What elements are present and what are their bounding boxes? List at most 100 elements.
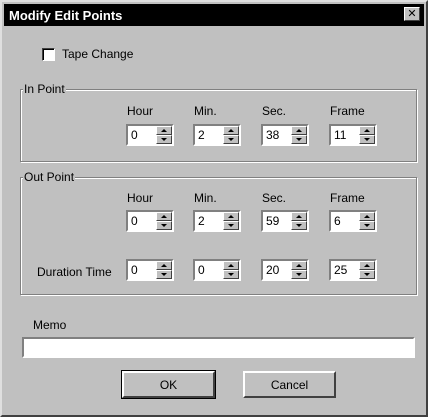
duration-sec-spin-buttons[interactable] <box>291 261 307 279</box>
arrow-down-icon <box>161 138 167 141</box>
out-sec-value[interactable]: 59 <box>266 214 279 228</box>
spin-down-button[interactable] <box>223 135 239 144</box>
memo-field[interactable] <box>22 337 415 358</box>
out-frame-spin-buttons[interactable] <box>359 212 375 230</box>
spin-up-button[interactable] <box>359 212 375 221</box>
spin-up-button[interactable] <box>156 126 172 135</box>
arrow-down-icon <box>296 138 302 141</box>
in-min-spinner[interactable]: 2 <box>193 124 241 146</box>
spin-down-button[interactable] <box>291 270 307 279</box>
arrow-down-icon <box>228 138 234 141</box>
out-hour-value[interactable]: 0 <box>131 214 138 228</box>
spin-up-button[interactable] <box>223 126 239 135</box>
duration-hour-spin-buttons[interactable] <box>156 261 172 279</box>
arrow-down-icon <box>296 224 302 227</box>
arrow-down-icon <box>228 224 234 227</box>
spin-down-button[interactable] <box>291 135 307 144</box>
duration-hour-value[interactable]: 0 <box>131 263 138 277</box>
out-point-group: Out Point Hour Min. Sec. Frame 0 2 59 6 … <box>20 170 417 295</box>
out-frame-value[interactable]: 6 <box>334 214 341 228</box>
out-point-label: Out Point <box>23 170 76 184</box>
hour-header: Hour <box>127 191 154 205</box>
spin-up-button[interactable] <box>156 261 172 270</box>
arrow-down-icon <box>161 273 167 276</box>
spin-up-button[interactable] <box>291 126 307 135</box>
out-min-spin-buttons[interactable] <box>223 212 239 230</box>
dialog-title: Modify Edit Points <box>9 8 123 23</box>
in-min-value[interactable]: 2 <box>198 128 205 142</box>
arrow-up-icon <box>161 129 167 132</box>
out-sec-spinner[interactable]: 59 <box>261 210 309 232</box>
arrow-up-icon <box>161 264 167 267</box>
spin-up-button[interactable] <box>223 261 239 270</box>
cancel-button-label: Cancel <box>270 377 309 392</box>
spin-up-button[interactable] <box>156 212 172 221</box>
duration-hour-spinner[interactable]: 0 <box>126 259 174 281</box>
duration-min-spin-buttons[interactable] <box>223 261 239 279</box>
sec-header: Sec. <box>262 104 287 118</box>
arrow-up-icon <box>228 129 234 132</box>
in-hour-value[interactable]: 0 <box>131 128 138 142</box>
arrow-down-icon <box>296 273 302 276</box>
out-sec-spin-buttons[interactable] <box>291 212 307 230</box>
tape-change-label: Tape Change <box>62 47 134 61</box>
spin-down-button[interactable] <box>359 270 375 279</box>
tape-change-checkbox[interactable] <box>42 48 55 61</box>
close-button[interactable]: ✕ <box>404 7 420 21</box>
in-frame-spin-buttons[interactable] <box>359 126 375 144</box>
spin-up-button[interactable] <box>291 212 307 221</box>
out-hour-spin-buttons[interactable] <box>156 212 172 230</box>
in-sec-value[interactable]: 38 <box>266 128 279 142</box>
memo-label: Memo <box>33 318 67 332</box>
in-frame-value[interactable]: 11 <box>334 128 346 142</box>
spin-down-button[interactable] <box>156 270 172 279</box>
in-min-spin-buttons[interactable] <box>223 126 239 144</box>
hour-header: Hour <box>127 104 154 118</box>
arrow-down-icon <box>364 224 370 227</box>
spin-down-button[interactable] <box>223 221 239 230</box>
min-header: Min. <box>194 191 217 205</box>
duration-frame-spin-buttons[interactable] <box>359 261 375 279</box>
min-header: Min. <box>194 104 217 118</box>
in-hour-spin-buttons[interactable] <box>156 126 172 144</box>
in-point-group: In Point Hour Min. Sec. Frame 0 2 38 11 <box>20 82 417 162</box>
arrow-up-icon <box>364 129 370 132</box>
spin-down-button[interactable] <box>156 135 172 144</box>
arrow-up-icon <box>296 215 302 218</box>
in-hour-spinner[interactable]: 0 <box>126 124 174 146</box>
spin-up-button[interactable] <box>223 212 239 221</box>
in-sec-spin-buttons[interactable] <box>291 126 307 144</box>
duration-min-value[interactable]: 0 <box>198 263 205 277</box>
arrow-up-icon <box>296 129 302 132</box>
arrow-up-icon <box>161 215 167 218</box>
spin-down-button[interactable] <box>291 221 307 230</box>
duration-sec-spinner[interactable]: 20 <box>261 259 309 281</box>
arrow-down-icon <box>364 273 370 276</box>
spin-up-button[interactable] <box>359 261 375 270</box>
duration-frame-value[interactable]: 25 <box>334 263 347 277</box>
in-point-label: In Point <box>23 82 66 96</box>
out-hour-spinner[interactable]: 0 <box>126 210 174 232</box>
spin-up-button[interactable] <box>359 126 375 135</box>
in-sec-spinner[interactable]: 38 <box>261 124 309 146</box>
arrow-up-icon <box>228 264 234 267</box>
arrow-down-icon <box>161 224 167 227</box>
spin-down-button[interactable] <box>223 270 239 279</box>
duration-frame-spinner[interactable]: 25 <box>329 259 377 281</box>
in-frame-spinner[interactable]: 11 <box>329 124 377 146</box>
out-min-spinner[interactable]: 2 <box>193 210 241 232</box>
modify-edit-points-dialog: Modify Edit Points ✕ Tape Change In Poin… <box>0 0 428 417</box>
spin-down-button[interactable] <box>156 221 172 230</box>
ok-button[interactable]: OK <box>121 370 216 399</box>
out-frame-spinner[interactable]: 6 <box>329 210 377 232</box>
spin-down-button[interactable] <box>359 221 375 230</box>
frame-header: Frame <box>330 191 365 205</box>
cancel-button[interactable]: Cancel <box>243 371 336 398</box>
duration-min-spinner[interactable]: 0 <box>193 259 241 281</box>
spin-up-button[interactable] <box>291 261 307 270</box>
duration-sec-value[interactable]: 20 <box>266 263 279 277</box>
spin-down-button[interactable] <box>359 135 375 144</box>
arrow-down-icon <box>228 273 234 276</box>
arrow-up-icon <box>228 215 234 218</box>
out-min-value[interactable]: 2 <box>198 214 205 228</box>
